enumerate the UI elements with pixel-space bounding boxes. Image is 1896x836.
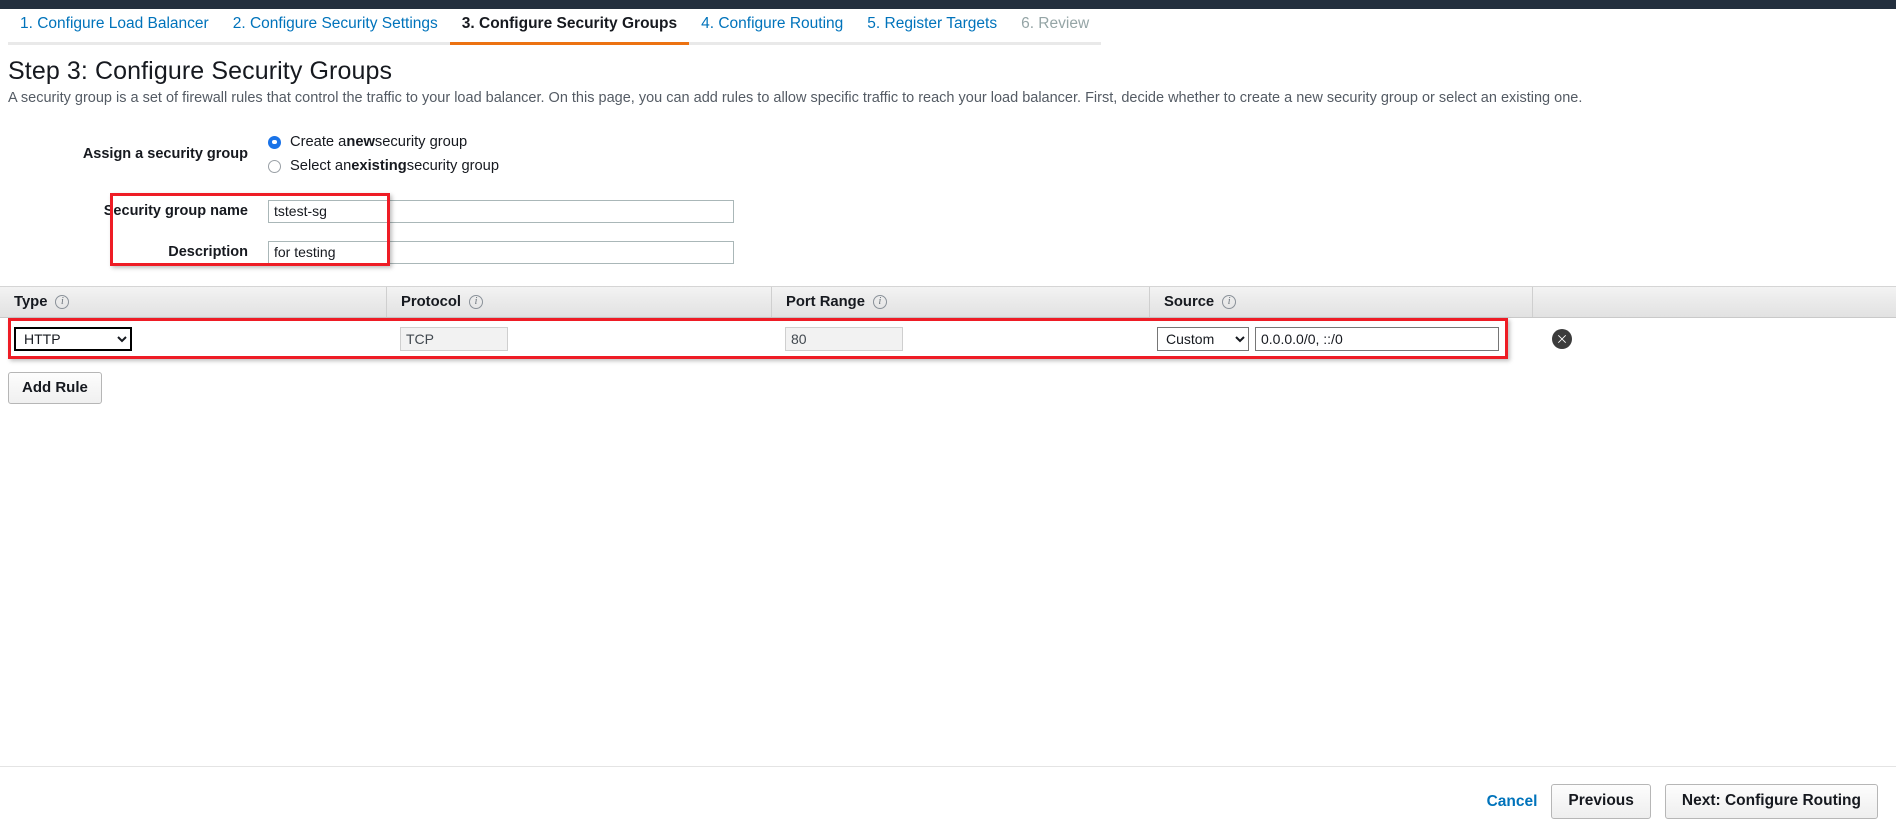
column-header-actions — [1532, 287, 1896, 317]
security-group-name-label: Security group name — [103, 203, 248, 219]
wizard-steps: 1. Configure Load Balancer 2. Configure … — [0, 9, 1896, 45]
rule-protocol-input — [400, 327, 508, 351]
radio-create-new-prefix: Create a — [290, 134, 347, 150]
wizard-tab-3[interactable]: 3. Configure Security Groups — [449, 11, 690, 45]
column-header-port-range-label: Port Range — [786, 294, 865, 310]
radio-create-new-suffix: security group — [374, 134, 468, 150]
radio-create-new-strong: new — [346, 134, 375, 150]
close-circle-icon[interactable] — [1552, 329, 1572, 349]
info-icon-protocol[interactable]: i — [469, 295, 484, 309]
column-header-source-label: Source — [1164, 294, 1215, 310]
security-group-description-input[interactable] — [268, 240, 734, 264]
info-icon-port-range[interactable]: i — [872, 295, 887, 309]
cell-actions — [1532, 318, 1896, 360]
column-header-type-label: Type — [14, 294, 48, 310]
radio-select-existing-indicator[interactable] — [268, 159, 281, 173]
rule-type-select[interactable]: HTTP — [14, 327, 132, 351]
cell-port-range — [771, 318, 1149, 360]
table-row: HTTP Custom — [0, 318, 1896, 360]
security-group-description-label: Description — [168, 244, 248, 260]
security-group-description-row: Description — [0, 237, 1896, 267]
security-group-form: Assign a security group Create a new sec… — [0, 134, 1896, 267]
radio-create-new-security-group[interactable]: Create a new security group — [268, 134, 467, 150]
add-rule-button[interactable]: Add Rule — [8, 372, 102, 404]
radio-select-existing-strong: existing — [351, 158, 407, 174]
radio-create-new-indicator[interactable] — [268, 135, 281, 149]
radio-select-existing-suffix: security group — [406, 158, 500, 174]
cell-source: Custom — [1149, 318, 1532, 360]
cell-type: HTTP — [0, 318, 386, 360]
cell-protocol — [386, 318, 771, 360]
assign-security-group-label: Assign a security group — [82, 146, 248, 162]
security-group-name-input[interactable] — [268, 199, 734, 223]
security-rules-table: Type i Protocol i Port Range i Source i … — [0, 286, 1896, 404]
wizard-tab-4[interactable]: 4. Configure Routing — [689, 11, 856, 45]
radio-select-existing-prefix: Select an — [290, 158, 352, 174]
rule-source-value-input[interactable] — [1255, 327, 1499, 351]
info-icon-source[interactable]: i — [1222, 295, 1237, 309]
wizard-tab-6: 6. Review — [1009, 11, 1102, 45]
rule-source-mode-select[interactable]: Custom — [1157, 327, 1249, 351]
next-button[interactable]: Next: Configure Routing — [1664, 784, 1878, 819]
wizard-tab-2[interactable]: 2. Configure Security Settings — [220, 11, 450, 45]
assign-security-group-row: Assign a security group Create a new sec… — [0, 134, 1896, 174]
wizard-tab-1[interactable]: 1. Configure Load Balancer — [8, 11, 221, 45]
radio-select-existing-security-group[interactable]: Select an existing security group — [268, 158, 499, 174]
column-header-protocol: Protocol i — [386, 287, 771, 317]
column-header-type: Type i — [0, 287, 386, 317]
previous-button[interactable]: Previous — [1551, 784, 1651, 819]
column-header-protocol-label: Protocol — [401, 294, 462, 310]
cancel-link[interactable]: Cancel — [1487, 793, 1538, 811]
wizard-tab-5[interactable]: 5. Register Targets — [855, 11, 1010, 45]
rules-table-header: Type i Protocol i Port Range i Source i — [0, 286, 1896, 318]
column-header-port-range: Port Range i — [771, 287, 1149, 317]
top-nav-bar — [0, 0, 1896, 9]
column-header-source: Source i — [1149, 287, 1532, 317]
page-description: A security group is a set of firewall ru… — [8, 90, 1583, 106]
info-icon-type[interactable]: i — [55, 295, 70, 309]
rule-port-range-input — [785, 327, 903, 351]
wizard-footer: Cancel Previous Next: Configure Routing — [0, 766, 1896, 836]
page-title: Step 3: Configure Security Groups — [8, 57, 393, 85]
security-group-name-row: Security group name — [0, 196, 1896, 226]
